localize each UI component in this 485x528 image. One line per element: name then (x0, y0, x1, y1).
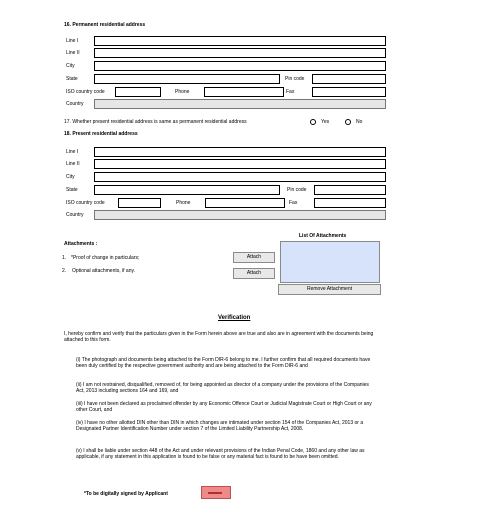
verification-point-1: (i) The photograph and documents being a… (76, 357, 371, 369)
verification-point-4: (iv) I have no other allotted DIN other … (76, 420, 364, 432)
attachment-2-label: Optional attachments, if any. (72, 268, 135, 274)
same-address-no-label: No (356, 119, 363, 125)
attach-button-2[interactable]: Attach (233, 268, 275, 279)
pres-pincode-label: Pin code (287, 187, 307, 193)
perm-city-input[interactable] (94, 61, 386, 71)
perm-phone-label: Phone (175, 89, 190, 95)
perm-state-label: State (66, 76, 78, 82)
pres-state-input[interactable] (94, 185, 280, 195)
pres-line2-input[interactable] (94, 159, 386, 169)
digital-signature-field[interactable] (201, 486, 231, 499)
pres-country-label: Country (66, 212, 84, 218)
perm-pincode-label: Pin code (285, 76, 305, 82)
perm-city-label: City (66, 63, 75, 69)
present-address-heading: 18. Present residential address (64, 131, 138, 137)
pres-phone-input[interactable] (205, 198, 285, 208)
same-address-yes-label: Yes (321, 119, 330, 125)
verification-point-3: (iii) I have not been declared as procla… (76, 401, 372, 413)
perm-iso-input[interactable] (115, 87, 161, 97)
pres-city-input[interactable] (94, 172, 386, 182)
perm-country-label: Country (66, 101, 84, 107)
verification-point-5: (v) I shall be liable under section 448 … (76, 448, 365, 460)
same-address-question: 17. Whether present residential address … (64, 119, 247, 125)
attach-button-1[interactable]: Attach (233, 252, 275, 263)
permanent-address-heading: 16. Permanent residential address (64, 22, 146, 28)
pres-iso-label: ISO country code (66, 200, 105, 206)
perm-fax-input[interactable] (312, 87, 386, 97)
attachment-1-label: *Proof of change in particulars; (71, 255, 140, 261)
perm-line2-label: Line II (66, 50, 80, 56)
perm-phone-input[interactable] (204, 87, 284, 97)
signature-placeholder-mark (208, 492, 222, 494)
pres-fax-label: Fax (289, 200, 298, 206)
attachment-2-number: 2. (62, 268, 67, 274)
digital-signature-label: *To be digitally signed by Applicant (84, 491, 168, 497)
verification-title: Verification (218, 315, 251, 321)
perm-country-input[interactable] (94, 99, 386, 109)
attachment-1-number: 1. (62, 255, 67, 261)
attachments-list[interactable] (280, 241, 380, 283)
verification-intro: I, hereby confirm and verify that the pa… (64, 331, 374, 343)
attachments-heading: Attachments : (64, 241, 98, 247)
perm-line1-label: Line I (66, 38, 79, 44)
same-address-no-radio[interactable] (345, 119, 351, 125)
remove-attachment-button[interactable]: Remove Attachment (278, 284, 381, 295)
pres-pincode-input[interactable] (314, 185, 386, 195)
pres-line2-label: Line II (66, 161, 80, 167)
pres-line1-input[interactable] (94, 147, 386, 157)
pres-state-label: State (66, 187, 78, 193)
pres-fax-input[interactable] (314, 198, 386, 208)
perm-state-input[interactable] (94, 74, 280, 84)
perm-line2-input[interactable] (94, 48, 386, 58)
pres-city-label: City (66, 174, 75, 180)
perm-fax-label: Fax (286, 89, 295, 95)
pres-country-input[interactable] (94, 210, 386, 220)
perm-pincode-input[interactable] (312, 74, 386, 84)
pres-phone-label: Phone (176, 200, 191, 206)
verification-point-2: (ii) I am not restrained, disqualified, … (76, 382, 369, 394)
same-address-yes-radio[interactable] (310, 119, 316, 125)
attachments-list-title: List Of Attachments (299, 233, 347, 239)
pres-iso-input[interactable] (118, 198, 161, 208)
perm-line1-input[interactable] (94, 36, 386, 46)
pres-line1-label: Line I (66, 149, 79, 155)
perm-iso-label: ISO country code (66, 89, 105, 95)
